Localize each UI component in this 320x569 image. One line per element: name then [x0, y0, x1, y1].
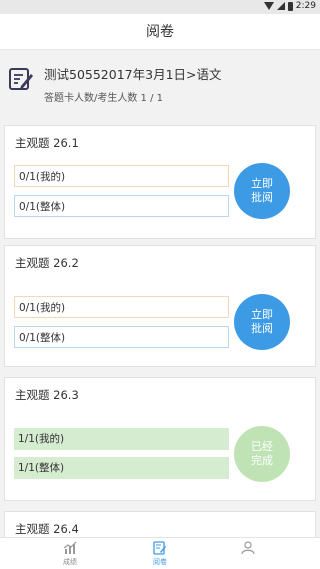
status-icons: 2:29 [263, 1, 316, 11]
bottom-tab-bar: 成绩 阅卷 [0, 537, 320, 569]
tab-scores[interactable]: 成绩 [50, 541, 90, 567]
grade-now-button[interactable]: 立即批阅 [234, 163, 290, 219]
overall-progress: 1/1(整体) [14, 457, 229, 479]
my-progress: 0/1(我的) [14, 296, 229, 318]
question-title: 主观题 26.1 [15, 136, 79, 150]
edit-document-icon [9, 68, 33, 90]
signal-icon [276, 2, 285, 10]
exam-header: 测试50552017年3月1日>语文 答题卡人数/考生人数 1 / 1 [0, 52, 320, 116]
exam-title: 测试50552017年3月1日>语文 [44, 67, 222, 82]
user-icon [241, 541, 255, 555]
question-title: 主观题 26.2 [15, 256, 79, 270]
tab-grading[interactable]: 阅卷 [140, 541, 180, 567]
status-time: 2:29 [295, 1, 316, 11]
overall-progress: 0/1(整体) [14, 326, 229, 348]
overall-progress: 0/1(整体) [14, 195, 229, 217]
grade-now-label: 立即批阅 [251, 177, 273, 204]
completed-badge: 已经完成 [234, 426, 290, 482]
completed-label: 已经完成 [251, 440, 273, 467]
tab-label: 阅卷 [153, 558, 167, 566]
question-title: 主观题 26.4 [15, 522, 79, 536]
tab-label: 成绩 [63, 558, 77, 566]
page-title: 阅卷 [0, 14, 320, 50]
exam-count: 答题卡人数/考生人数 1 / 1 [44, 93, 163, 104]
wifi-icon [263, 2, 274, 10]
question-title: 主观题 26.3 [15, 388, 79, 402]
question-card[interactable]: 主观题 26.3 1/1(我的) 1/1(整体) 已经完成 [4, 377, 316, 501]
battery-icon [287, 1, 293, 11]
my-progress: 0/1(我的) [14, 165, 229, 187]
grade-now-label: 立即批阅 [251, 308, 273, 335]
question-card[interactable]: 主观题 26.1 0/1(我的) 0/1(整体) 立即批阅 [4, 125, 316, 239]
edit-document-icon [153, 541, 166, 555]
my-progress: 1/1(我的) [14, 428, 229, 450]
question-card[interactable]: 主观题 26.2 0/1(我的) 0/1(整体) 立即批阅 [4, 245, 316, 367]
status-bar: 2:29 [0, 0, 320, 14]
chart-icon [63, 541, 77, 554]
grade-now-button[interactable]: 立即批阅 [234, 294, 290, 350]
tab-profile[interactable] [228, 541, 268, 557]
